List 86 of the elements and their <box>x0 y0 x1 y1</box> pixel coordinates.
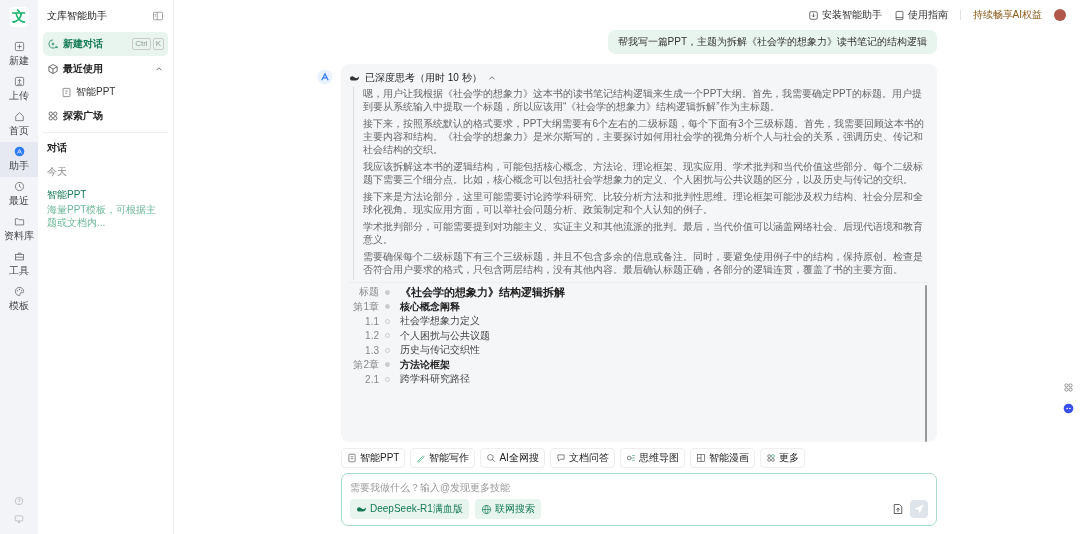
rail-item[interactable]: 资料库 <box>0 212 38 247</box>
rail-item[interactable]: 模板 <box>0 282 38 317</box>
new-chat-button[interactable]: 新建对话 Ctrl K <box>43 32 168 56</box>
panel-toggle-icon[interactable] <box>152 10 164 22</box>
toolbox-icon <box>13 251 25 262</box>
outline-item: 社会学想象力定义 <box>400 314 480 329</box>
tool-chip[interactable]: 更多 <box>759 448 805 468</box>
outline-item: 《社会学的想象力》结构逻辑拆解 <box>400 284 565 300</box>
tool-chip[interactable]: 智能写作 <box>410 448 476 468</box>
grid-icon <box>765 453 776 463</box>
option-chip[interactable]: DeepSeek-R1满血版 <box>350 499 469 519</box>
assistant-icon <box>13 146 25 157</box>
thinking-paragraph: 需要确保每个二级标题下有三个三级标题，并且不包含多余的信息或备注。同时，要避免使用例子中的结构，保持原创。检查是否符合用户要求的格式，只包含两层结构，没有其他内容。最后确认标题正确，各部分的逻辑连贯，覆盖了书的主要方面。 <box>363 250 924 276</box>
robot-icon[interactable] <box>1063 403 1074 414</box>
chat-history-item[interactable]: 智能PPT 海量PPT模板，可根据主题或文档内... <box>43 185 168 232</box>
cube-icon <box>47 62 59 75</box>
scrollbar[interactable] <box>925 285 927 442</box>
option-chip[interactable]: 联网搜索 <box>474 499 541 519</box>
home-icon <box>13 111 25 122</box>
book-icon <box>893 9 905 21</box>
thinking-paragraph: 学术批判部分，可能需要提到对功能主义、实证主义和其他流派的批判。最后，当代价值可以涵盖网络社会、后现代语境和教育意义。 <box>363 220 924 246</box>
device-icon[interactable] <box>14 514 24 524</box>
grid-icon <box>47 109 59 122</box>
thinking-toggle[interactable]: 已深度思考（用时 10 秒） <box>349 69 497 87</box>
group-label: 今天 <box>46 165 68 179</box>
outline-level-label: 2.1 <box>364 373 379 385</box>
plus-icon <box>13 41 25 52</box>
thinking-paragraph: 我应该拆解这本书的逻辑结构，可能包括核心概念、方法论、理论框架、现实应用、学术批判和当代价值这些部分。每个二级标题下需要三个细分点。比如，核心概念可以包括社会学想象力的定义、个人困扰与公共议题的区分，以及历史与传记的交织。 <box>363 160 924 186</box>
send-icon <box>913 503 925 515</box>
shortcut-key: K <box>152 38 164 50</box>
outline-level-label: 第2章 <box>352 357 379 372</box>
help-icon[interactable] <box>14 496 24 506</box>
rail-item[interactable]: 工具 <box>0 247 38 282</box>
doc-icon <box>347 453 357 463</box>
folder-icon <box>13 216 25 227</box>
tool-chip[interactable]: 思维导图 <box>619 448 685 468</box>
pen-icon <box>416 453 427 463</box>
palette-icon <box>13 286 25 297</box>
clock-icon <box>13 181 25 192</box>
promo-link[interactable]: 持续畅享AI权益 <box>972 8 1042 22</box>
chat-subtitle: 海量PPT模板，可根据主题或文档内... <box>47 203 158 229</box>
send-button[interactable] <box>910 500 928 518</box>
thinking-paragraph: 接下来是方法论部分，这里可能需要讨论跨学科研究、比较分析方法和批判性思维。理论框架可能涉及权力结构、社会分层和全球化视角。现实应用方面，可以举社会问题分析、政策制定和个人认知的例子。 <box>363 190 924 216</box>
outline-level-label: 第1章 <box>352 299 379 314</box>
tool-chip[interactable]: 智能漫画 <box>689 448 755 468</box>
sidebar-title: 文库智能助手 <box>47 9 107 23</box>
thinking-paragraph: 嗯，用户让我根据《社会学的想象力》这本书的读书笔记结构逻辑来生成一个PPT大纲。首先，我需要确定PPT的标题。用户提到要从系统输入中提取一个标题，所以应该用“《社会学的想象力》结构逻辑拆解”作为主标题。 <box>363 87 923 113</box>
outline-item: 跨学科研究路径 <box>400 372 470 387</box>
upload-file-icon[interactable] <box>892 503 904 515</box>
tool-chip[interactable]: 文档问答 <box>549 448 615 468</box>
outline-level-label: 1.3 <box>364 344 379 356</box>
rail-item[interactable]: 助手 <box>0 142 38 177</box>
outline-item: 个人困扰与公共议题 <box>400 328 490 343</box>
shortcut-key: Ctrl <box>132 38 151 50</box>
explore-link[interactable]: 探索广场 <box>43 103 168 128</box>
user-message: 帮我写一篇PPT，主题为拆解《社会学的想象力》读书笔记的结构逻辑 <box>607 30 937 54</box>
search-icon <box>486 453 497 463</box>
outline-level-label: 1.2 <box>364 330 379 342</box>
outline-level-label: 标题 <box>358 285 379 300</box>
rail-item[interactable]: 新建 <box>0 37 38 72</box>
top-link[interactable]: 安装智能助手 <box>807 8 882 22</box>
top-link[interactable]: 使用指南 <box>893 8 948 22</box>
tool-chip[interactable]: 智能PPT <box>341 448 406 468</box>
download-icon <box>807 9 819 21</box>
section-heading: 对话 <box>46 141 68 155</box>
outline-item: 方法论框架 <box>400 357 450 372</box>
chat-title: 智能PPT <box>47 188 88 202</box>
chat-icon <box>555 453 566 463</box>
recent-item[interactable]: 智能PPT <box>43 81 168 103</box>
message-composer[interactable]: 需要我做什么？输入@发现更多技能 DeepSeek-R1满血版 联网搜索 <box>341 473 937 526</box>
rail-item[interactable]: 上传 <box>0 72 38 107</box>
outline-item: 核心概念阐释 <box>400 299 460 314</box>
outline-level-label: 1.1 <box>364 315 379 327</box>
assistant-avatar-icon <box>317 69 333 85</box>
thinking-paragraph: 接下来，按照系统默认的格式要求，PPT大纲需要有6个左右的二级标题，每个下面有3个三级标题。首先，我需要回顾这本书的主要内容和结构。《社会学的想象力》是米尔斯写的，主要探讨如何用社会学的视角分析个人与社会的关系，强调历史、传记和社会结构的交织。 <box>363 117 925 156</box>
tool-chip[interactable]: AI全网搜 <box>480 448 545 468</box>
recent-section-toggle[interactable]: 最近使用 <box>43 56 168 81</box>
rail-item[interactable]: 首页 <box>0 107 38 142</box>
avatar[interactable] <box>1054 9 1066 21</box>
document-icon <box>61 86 72 98</box>
grid-icon[interactable] <box>1063 382 1074 393</box>
outline-item: 历史与传记交织性 <box>400 343 480 358</box>
upload-icon <box>13 76 25 87</box>
rail-item[interactable]: 最近 <box>0 177 38 212</box>
globe-icon <box>480 503 492 515</box>
mind-icon <box>625 453 636 463</box>
